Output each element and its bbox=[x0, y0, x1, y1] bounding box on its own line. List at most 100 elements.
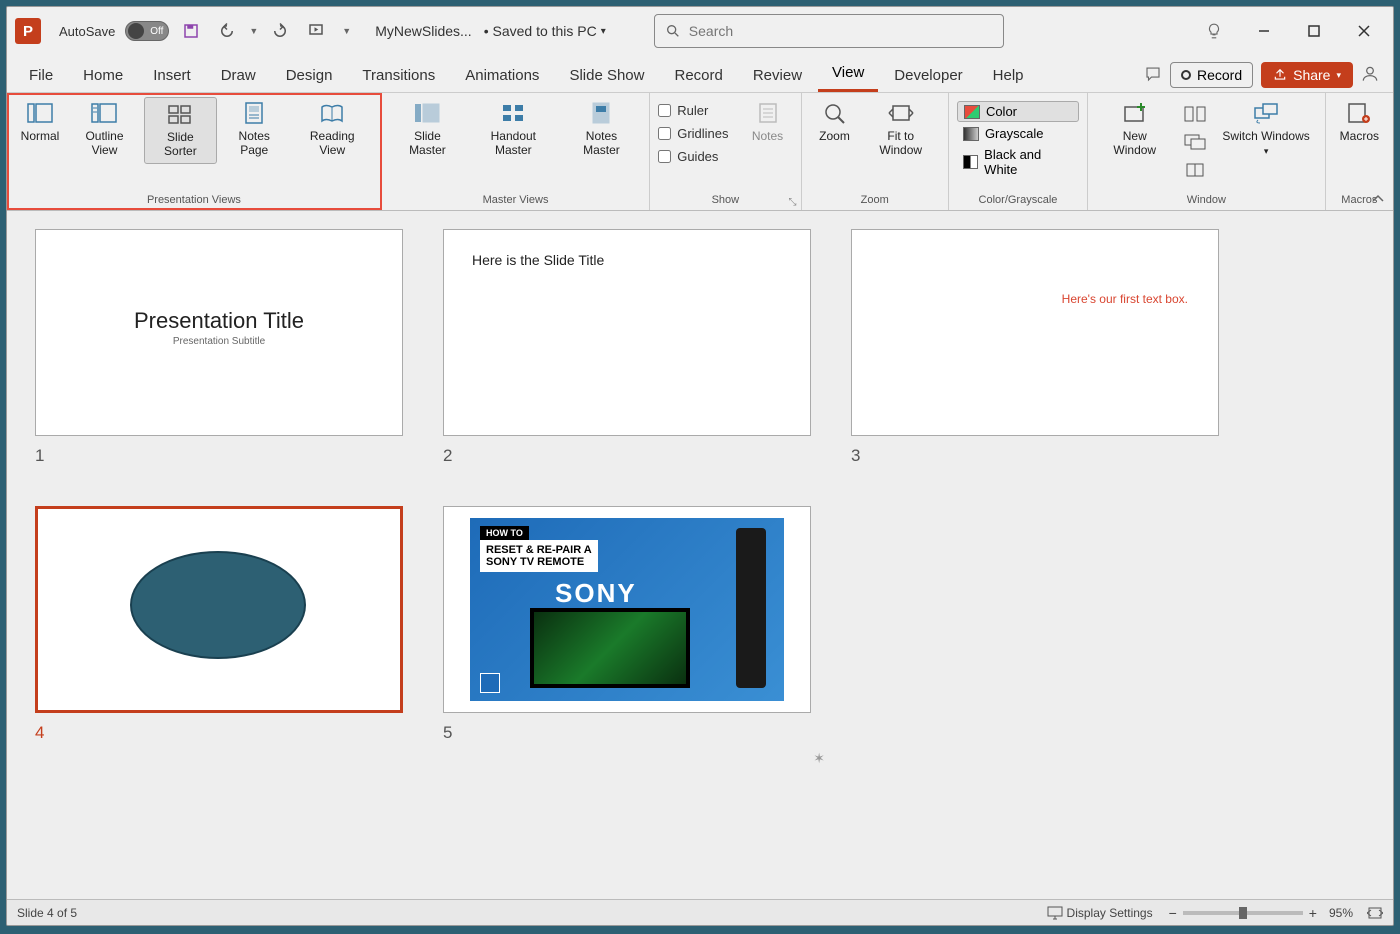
new-window-icon bbox=[1121, 101, 1149, 125]
arrange-all-button[interactable] bbox=[1180, 101, 1210, 127]
autosave-toggle[interactable]: Off bbox=[125, 21, 169, 41]
oval-shape bbox=[130, 551, 306, 659]
normal-view-button[interactable]: Normal bbox=[15, 97, 65, 164]
slide-counter[interactable]: Slide 4 of 5 bbox=[17, 906, 77, 920]
search-icon bbox=[665, 23, 681, 39]
tab-file[interactable]: File bbox=[15, 59, 67, 92]
status-bar: Slide 4 of 5 Display Settings − + 95% bbox=[7, 899, 1393, 925]
notes-page-button[interactable]: Notes Page bbox=[219, 97, 290, 164]
zoom-button[interactable]: Zoom bbox=[810, 97, 860, 162]
ribbon-tabs: File Home Insert Draw Design Transitions… bbox=[7, 55, 1393, 93]
collapse-ribbon-button[interactable] bbox=[1371, 192, 1385, 206]
fit-window-icon bbox=[887, 101, 915, 125]
logo-badge bbox=[480, 673, 500, 693]
slide-thumbnail-4[interactable]: 4 bbox=[35, 506, 403, 743]
search-input[interactable] bbox=[689, 23, 993, 39]
normal-view-icon bbox=[26, 101, 54, 125]
animation-indicator-icon: ✶ bbox=[813, 750, 825, 767]
ruler-checkbox[interactable]: Ruler bbox=[658, 101, 728, 120]
guides-checkbox[interactable]: Guides bbox=[658, 147, 728, 166]
notes-page-icon bbox=[240, 101, 268, 125]
outline-view-button[interactable]: Outline View bbox=[67, 97, 142, 164]
tab-view[interactable]: View bbox=[818, 56, 878, 92]
autosave-label: AutoSave bbox=[59, 24, 115, 39]
gridlines-checkbox[interactable]: Gridlines bbox=[658, 124, 728, 143]
present-from-start-button[interactable] bbox=[302, 17, 330, 45]
slide-thumbnail-1[interactable]: Presentation Title Presentation Subtitle… bbox=[35, 229, 403, 466]
tab-help[interactable]: Help bbox=[979, 59, 1038, 92]
fit-to-window-button[interactable]: Fit to Window bbox=[862, 97, 940, 162]
new-window-button[interactable]: New Window bbox=[1096, 97, 1174, 183]
app-window: P AutoSave Off ▼ ▼ MyNewSlides... • Save… bbox=[6, 6, 1394, 926]
tab-draw[interactable]: Draw bbox=[207, 59, 270, 92]
macros-button[interactable]: Macros bbox=[1334, 97, 1385, 147]
black-white-button[interactable]: Black and White bbox=[957, 145, 1079, 179]
slide-thumbnail-3[interactable]: Here's our first text box. 3 bbox=[851, 229, 1219, 466]
tab-home[interactable]: Home bbox=[69, 59, 137, 92]
filename[interactable]: MyNewSlides... bbox=[375, 23, 471, 39]
tab-transitions[interactable]: Transitions bbox=[348, 59, 449, 92]
chevron-down-icon: ▾ bbox=[1264, 146, 1269, 156]
tab-animations[interactable]: Animations bbox=[451, 59, 553, 92]
redo-button[interactable] bbox=[266, 17, 294, 45]
tab-insert[interactable]: Insert bbox=[139, 59, 205, 92]
zoom-in-button[interactable]: + bbox=[1309, 905, 1317, 921]
color-button[interactable]: Color bbox=[957, 101, 1079, 122]
slide-thumbnail-5[interactable]: HOW TO RESET & RE-PAIR ASONY TV REMOTE S… bbox=[443, 506, 811, 743]
fit-screen-button[interactable] bbox=[1367, 906, 1383, 920]
account-button[interactable] bbox=[1355, 60, 1385, 88]
display-settings-button[interactable]: Display Settings bbox=[1047, 906, 1153, 920]
minimize-button[interactable] bbox=[1243, 15, 1285, 47]
zoom-out-button[interactable]: − bbox=[1169, 905, 1177, 921]
switch-windows-icon bbox=[1252, 101, 1280, 125]
group-presentation-views: Normal Outline View Slide Sorter Notes P… bbox=[7, 93, 382, 210]
ribbon: Normal Outline View Slide Sorter Notes P… bbox=[7, 93, 1393, 211]
zoom-percent[interactable]: 95% bbox=[1329, 906, 1353, 920]
chevron-down-icon: ▾ bbox=[1336, 70, 1341, 81]
remote-graphic bbox=[736, 528, 766, 688]
slide-sorter-button[interactable]: Slide Sorter bbox=[144, 97, 217, 164]
move-split-button[interactable] bbox=[1180, 157, 1210, 183]
tv-graphic bbox=[530, 608, 690, 688]
record-button[interactable]: Record bbox=[1170, 62, 1253, 88]
comments-button[interactable] bbox=[1138, 60, 1168, 88]
save-button[interactable] bbox=[177, 17, 205, 45]
help-lightbulb-icon[interactable] bbox=[1193, 15, 1235, 47]
slide-master-button[interactable]: Slide Master bbox=[390, 97, 465, 162]
tab-review[interactable]: Review bbox=[739, 59, 816, 92]
handout-master-button[interactable]: Handout Master bbox=[467, 97, 560, 162]
zoom-slider[interactable] bbox=[1183, 911, 1303, 915]
tab-design[interactable]: Design bbox=[272, 59, 347, 92]
share-icon bbox=[1273, 68, 1287, 82]
slide-master-icon bbox=[413, 101, 441, 125]
cascade-button[interactable] bbox=[1180, 129, 1210, 155]
notes-icon bbox=[754, 101, 782, 125]
show-launcher-icon[interactable]: ⤡ bbox=[789, 197, 797, 208]
group-master-views: Slide Master Handout Master Notes Master… bbox=[382, 93, 650, 210]
undo-dropdown-icon[interactable]: ▼ bbox=[249, 26, 258, 36]
tab-record[interactable]: Record bbox=[660, 59, 736, 92]
maximize-button[interactable] bbox=[1293, 15, 1335, 47]
tab-slideshow[interactable]: Slide Show bbox=[555, 59, 658, 92]
outline-view-icon bbox=[90, 101, 118, 125]
search-box[interactable] bbox=[654, 14, 1004, 48]
notes-master-button[interactable]: Notes Master bbox=[562, 97, 642, 162]
record-icon bbox=[1181, 70, 1191, 80]
title-bar: P AutoSave Off ▼ ▼ MyNewSlides... • Save… bbox=[7, 7, 1393, 55]
grayscale-button[interactable]: Grayscale bbox=[957, 124, 1079, 143]
reading-view-icon bbox=[318, 101, 346, 125]
share-button[interactable]: Share ▾ bbox=[1261, 62, 1353, 88]
slide-thumbnail-2[interactable]: Here is the Slide Title 2 bbox=[443, 229, 811, 466]
switch-windows-button[interactable]: Switch Windows ▾ bbox=[1216, 97, 1317, 183]
slide-sorter-canvas[interactable]: Presentation Title Presentation Subtitle… bbox=[7, 211, 1393, 899]
notes-button[interactable]: Notes bbox=[743, 97, 793, 166]
macros-icon bbox=[1345, 101, 1373, 125]
save-status[interactable]: • Saved to this PC ▾ bbox=[484, 23, 606, 39]
reading-view-button[interactable]: Reading View bbox=[292, 97, 373, 164]
tab-developer[interactable]: Developer bbox=[880, 59, 976, 92]
qat-dropdown-icon[interactable]: ▼ bbox=[342, 26, 351, 36]
zoom-icon bbox=[821, 101, 849, 125]
close-button[interactable] bbox=[1343, 15, 1385, 47]
undo-button[interactable] bbox=[213, 17, 241, 45]
group-window: New Window Switch Windows ▾ Window bbox=[1088, 93, 1326, 210]
